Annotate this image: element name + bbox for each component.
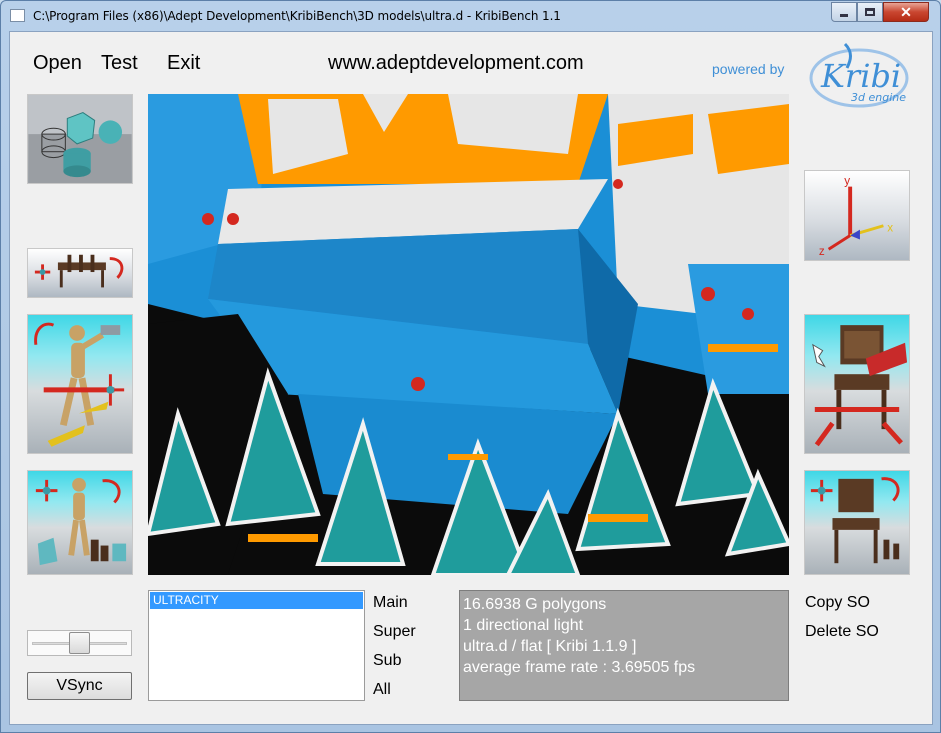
close-button[interactable]: ✕ <box>883 2 929 22</box>
object-list-items: ULTRACITY <box>149 592 364 609</box>
stat-frame-rate: average frame rate : 3.69505 fps <box>463 659 696 676</box>
menu-exit[interactable]: Exit <box>167 52 200 75</box>
level-all-button[interactable]: All <box>373 681 391 699</box>
table-move-icon <box>34 254 124 288</box>
object-list[interactable]: ULTRACITY <box>148 590 365 701</box>
menu-open[interactable]: Open <box>33 52 82 75</box>
maximize-button[interactable] <box>857 2 883 22</box>
kribi-logo: Kribi 3d engine <box>809 42 909 108</box>
title-bar[interactable]: C:\Program Files (x86)\Adept Development… <box>1 1 940 31</box>
maximize-icon <box>865 8 875 16</box>
slider-thumb[interactable] <box>69 632 90 654</box>
menu-test[interactable]: Test <box>101 52 138 75</box>
mannequin-walk-button[interactable] <box>27 314 133 454</box>
mannequin-icon <box>34 322 125 447</box>
copy-so-button[interactable]: Copy SO <box>805 594 870 612</box>
minimize-button[interactable] <box>831 2 857 22</box>
axis-z-label: z <box>819 245 825 258</box>
chair-edit-button[interactable] <box>804 314 910 454</box>
chair-icon <box>812 325 908 447</box>
delete-so-button[interactable]: Delete SO <box>805 623 879 641</box>
minimize-icon <box>840 13 848 17</box>
stat-lights: 1 directional light <box>463 617 584 634</box>
chair-scene-icon <box>810 477 900 564</box>
axes-tool-button[interactable]: y x z <box>804 170 910 261</box>
stat-renderer: ultra.d / flat [ Kribi 1.1.9 ] <box>463 638 637 655</box>
axis-x-label: x <box>887 222 893 235</box>
chair-scene-button[interactable] <box>804 470 910 575</box>
level-sub-button[interactable]: Sub <box>373 652 401 670</box>
powered-by-label: powered by <box>712 61 785 77</box>
quality-slider[interactable] <box>27 630 132 656</box>
stat-polygons: 16.6938 G polygons <box>463 596 607 613</box>
render-viewport[interactable] <box>148 94 789 575</box>
vsync-button[interactable]: VSync <box>27 672 132 700</box>
mannequin-chairs-icon <box>35 477 127 566</box>
stats-panel: 16.6938 G polygons 1 directional light u… <box>459 590 789 701</box>
table-scene-button[interactable] <box>27 248 133 298</box>
logo-wordmark: Kribi <box>820 57 901 95</box>
mannequin-scene-button[interactable] <box>27 470 133 575</box>
level-super-button[interactable]: Super <box>373 623 416 641</box>
level-main-button[interactable]: Main <box>373 594 408 612</box>
primitives-tool-button[interactable] <box>27 94 133 184</box>
axis-y-label: y <box>844 175 850 188</box>
close-icon: ✕ <box>900 4 912 20</box>
axes-icon: y x z <box>819 175 893 258</box>
window-title: C:\Program Files (x86)\Adept Development… <box>33 9 561 23</box>
client-area: Open Test Exit www.adeptdevelopment.com … <box>9 31 933 725</box>
logo-tagline: 3d engine <box>851 91 906 104</box>
list-item[interactable]: ULTRACITY <box>150 592 363 609</box>
website-link[interactable]: www.adeptdevelopment.com <box>328 52 584 75</box>
primitives-icon <box>28 95 132 183</box>
app-window: C:\Program Files (x86)\Adept Development… <box>0 0 941 733</box>
ultracity-render <box>148 94 789 575</box>
app-icon <box>10 9 25 22</box>
